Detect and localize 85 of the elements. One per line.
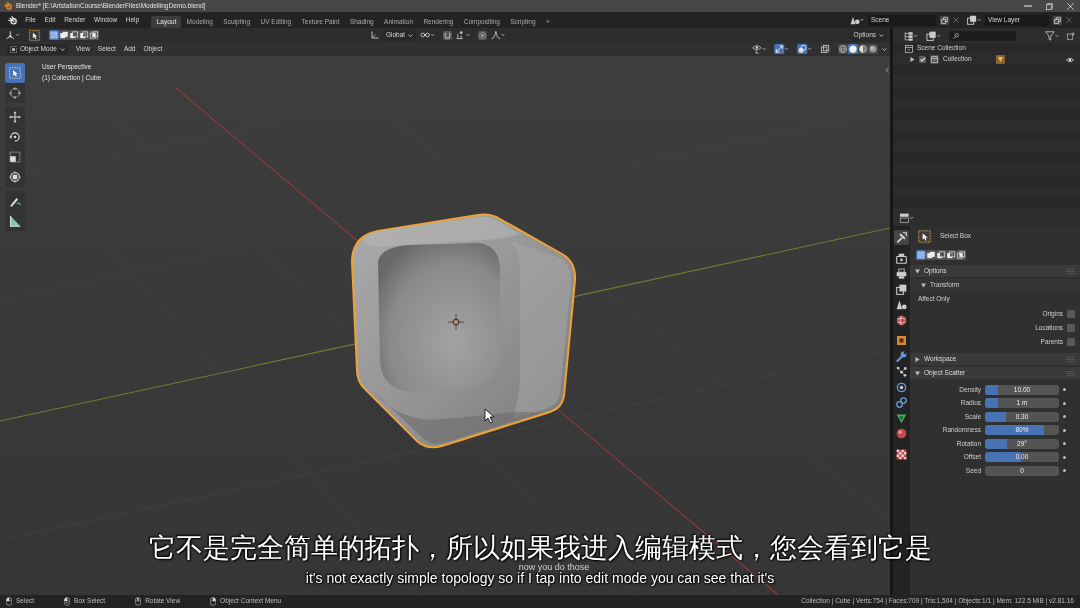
- mouse-pointer-icon: [484, 408, 495, 424]
- keyframe-dot-icon[interactable]: [1063, 415, 1066, 419]
- subtitle-text: 它不是完全简单的拓扑，所以如果我进入编辑模式，您会看到它是: [148, 533, 932, 563]
- caret-icon: [59, 47, 65, 51]
- dashed-square-icon[interactable]: [916, 250, 926, 260]
- keyframe-dot-icon[interactable]: [1063, 388, 1066, 392]
- keyframe-dot-icon[interactable]: [1063, 401, 1066, 405]
- printer-icon[interactable]: [894, 266, 909, 281]
- expanded-arrow-icon[interactable]: [915, 268, 920, 274]
- blender-logo-icon: [4, 2, 12, 10]
- blender-logo-icon[interactable]: [8, 15, 17, 25]
- select-box-tool-icon[interactable]: [28, 28, 41, 42]
- transform-gizmo-icon[interactable]: [5, 167, 25, 187]
- close-icon[interactable]: [1067, 2, 1074, 10]
- chevron-left-icon[interactable]: [885, 67, 889, 73]
- sphere-icon[interactable]: [894, 426, 909, 441]
- funnel-dropdown-icon[interactable]: [1045, 30, 1059, 41]
- mouse-icon: [6, 597, 12, 606]
- linked-rings-icon[interactable]: [894, 395, 909, 410]
- mouse-icon: [135, 597, 142, 606]
- mouse-icon: [64, 597, 71, 606]
- checkbox[interactable]: [1067, 324, 1075, 332]
- add-collection-icon[interactable]: [1067, 31, 1075, 40]
- eye-pointer-dropdown-icon[interactable]: [752, 44, 766, 54]
- magnet-icon[interactable]: [442, 30, 452, 40]
- duplicate-icon[interactable]: [1053, 15, 1062, 25]
- origin-marker-icon: [447, 313, 465, 331]
- wireframe-sphere-icon[interactable]: [838, 44, 848, 54]
- expanded-arrow-icon[interactable]: [921, 282, 926, 288]
- keyframe-dot-icon[interactable]: [1063, 442, 1066, 446]
- keyframe-dot-icon[interactable]: [1063, 469, 1066, 473]
- move-arrows-icon[interactable]: [5, 107, 25, 127]
- checkbox[interactable]: [1067, 310, 1075, 318]
- overlapping-circles-dropdown-icon[interactable]: [797, 44, 812, 54]
- search-field[interactable]: [949, 30, 1016, 41]
- collapsed-arrow-icon[interactable]: [915, 356, 920, 362]
- mouse-icon: [210, 597, 217, 606]
- caret-icon: [882, 47, 887, 51]
- pencil-icon[interactable]: [5, 191, 25, 211]
- screwdriver-wrench-icon[interactable]: [894, 230, 909, 245]
- proportional-editing-icon[interactable]: [477, 30, 487, 40]
- keyframe-dot-icon[interactable]: [1063, 455, 1066, 459]
- particles-icon[interactable]: [894, 364, 909, 379]
- stacked-images-dropdown-icon[interactable]: [967, 15, 981, 25]
- collection-box-icon: [930, 55, 939, 64]
- object-mode-icon: [10, 45, 17, 53]
- axes-dropdown-icon[interactable]: [5, 30, 20, 40]
- stacked-images-dropdown-icon[interactable]: [926, 30, 941, 41]
- xray-squares-icon[interactable]: [820, 44, 830, 54]
- caret-icon: [407, 33, 413, 37]
- select-box-tool-icon[interactable]: [917, 229, 932, 244]
- squares-intersect-icon[interactable]: [89, 30, 99, 40]
- drag-handle-icon[interactable]: [1066, 356, 1075, 362]
- snap-target-dropdown-icon[interactable]: [455, 30, 470, 40]
- squares-intersect-icon[interactable]: [956, 250, 966, 260]
- cone-badge-icon[interactable]: [995, 55, 1005, 64]
- cursor-crosshair-icon[interactable]: [5, 83, 25, 103]
- collection-box-icon: [905, 44, 913, 53]
- half-shaded-sphere-icon[interactable]: [858, 44, 868, 54]
- tree-list-dropdown-icon[interactable]: [903, 30, 918, 41]
- square-object-icon[interactable]: [894, 333, 909, 348]
- maximize-icon[interactable]: [1046, 2, 1053, 10]
- subtitle-text: it's not exactly simple topology so if I tap into edit mode you can see that it's: [305, 571, 775, 586]
- caret-icon: [879, 33, 884, 37]
- drag-handle-icon[interactable]: [1066, 268, 1075, 274]
- collapsed-arrow-icon[interactable]: [910, 57, 915, 62]
- gizmo-arrows-dropdown-icon[interactable]: [774, 44, 789, 54]
- scene-dropdown-icon[interactable]: [850, 15, 864, 25]
- caption-text: now you do those: [518, 563, 590, 571]
- shaded-sphere-icon[interactable]: [868, 44, 878, 54]
- duplicate-icon[interactable]: [940, 15, 949, 25]
- falloff-curve-dropdown-icon[interactable]: [490, 30, 505, 40]
- solid-sphere-icon[interactable]: [848, 44, 858, 54]
- keyframe-dot-icon[interactable]: [1063, 428, 1066, 432]
- select-box-tool-icon[interactable]: [5, 63, 25, 83]
- axes-icon: [371, 31, 379, 39]
- checkbox[interactable]: [919, 56, 926, 63]
- checkbox[interactable]: [1067, 338, 1075, 346]
- eye-icon[interactable]: [1066, 56, 1074, 63]
- linked-circles-dropdown-icon[interactable]: [419, 30, 435, 40]
- panel-dropdown-icon[interactable]: [899, 213, 914, 223]
- dashed-square-icon[interactable]: [49, 30, 59, 40]
- search-icon: [953, 32, 959, 39]
- drag-handle-icon[interactable]: [1066, 370, 1075, 376]
- expanded-arrow-icon[interactable]: [915, 370, 920, 376]
